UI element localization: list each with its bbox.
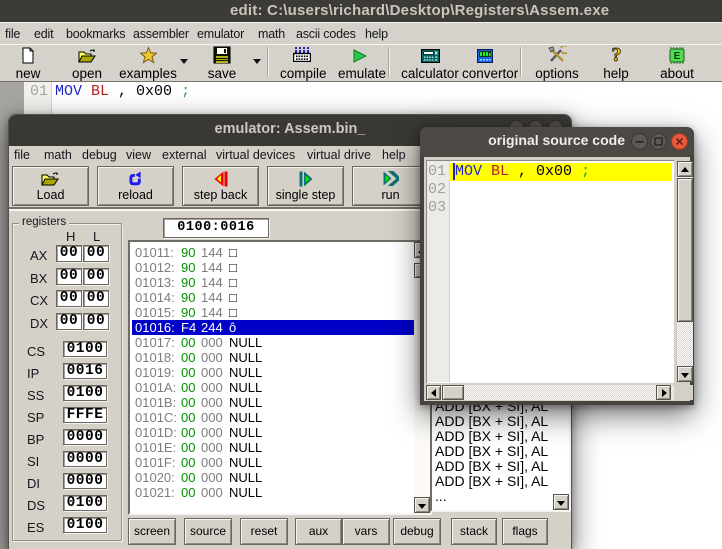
svg-text:?: ? (611, 46, 621, 64)
svg-text:E: E (674, 51, 681, 62)
